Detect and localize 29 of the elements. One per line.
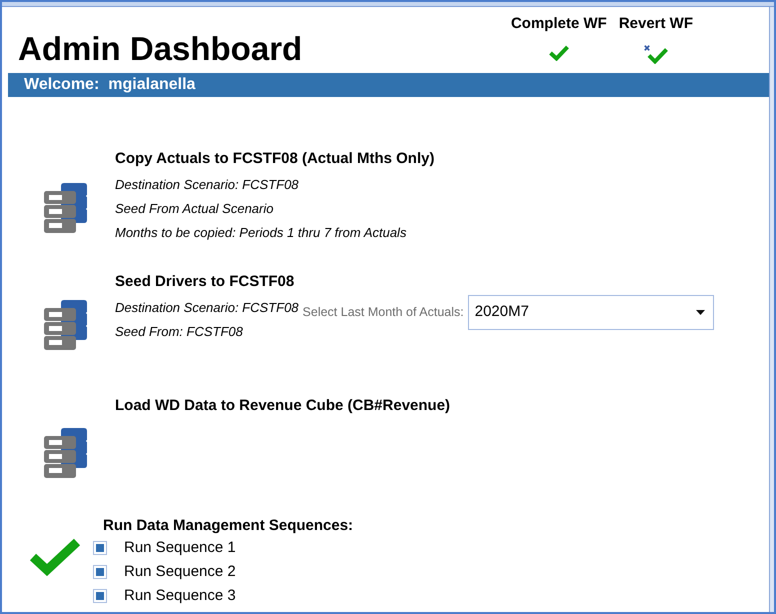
step-detail: Destination Scenario: FCSTF08 [115,176,300,194]
month-dropdown[interactable]: 2020M7 [468,295,714,330]
check-icon[interactable] [548,45,569,61]
section-title: Run Data Management Sequences: [103,516,354,536]
step-detail: Seed From: FCSTF08 [115,323,244,341]
step-title: Load WD Data to Revenue Cube (CB#Revenue) [115,396,450,416]
field-label: Select Last Month of Actuals: [302,304,464,322]
dashboard-title: Admin Dashboard [18,30,302,67]
checkbox[interactable] [93,589,107,603]
user-name: mgialanella [108,75,196,95]
server-icon [44,300,88,350]
checkbox-label[interactable]: Run Sequence 1 [124,536,236,560]
check-icon [30,538,80,576]
step-title: Copy Actuals to FCSTF08 (Actual Mths Only) [115,149,434,169]
step-detail: Months to be copied: Periods 1 thru 7 from Actuals [115,224,406,242]
welcome-label: Welcome: [24,75,100,95]
server-icon [44,183,88,233]
action-label: Revert WF [618,15,693,33]
checkbox[interactable] [93,565,107,579]
step-detail: Destination Scenario: FCSTF08 [115,299,299,317]
checkbox-label[interactable]: Run Sequence 3 [124,584,236,608]
step-detail: Seed From Actual Scenario [115,200,274,218]
step-title: Seed Drivers to FCSTF08 [115,272,294,292]
checkbox-label[interactable]: Run Sequence 2 [124,560,236,584]
server-icon [44,428,88,478]
action-label: Complete WF [510,15,607,33]
checkbox[interactable] [93,541,107,555]
caret-icon [696,310,705,315]
check-with-x-icon[interactable] [644,45,668,64]
